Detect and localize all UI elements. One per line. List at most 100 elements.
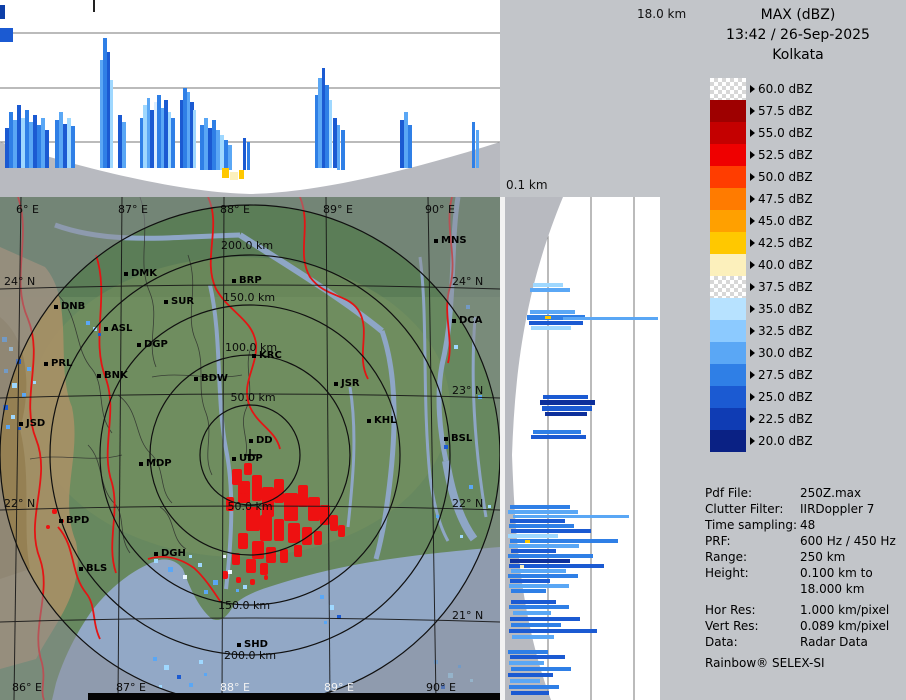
legend-color-swatch (710, 298, 746, 320)
legend-arrow-icon (750, 173, 755, 181)
legend-color-swatch (710, 254, 746, 276)
legend-entry-label: 60.0 dBZ (758, 82, 813, 96)
legend-entry-label: 42.5 dBZ (758, 236, 813, 250)
legend-color-swatch (710, 166, 746, 188)
legend-entry-label: 57.5 dBZ (758, 104, 813, 118)
info-row: 18.000 km (705, 581, 896, 597)
info-row: PRF: 600 Hz / 450 Hz (705, 533, 896, 549)
software-brand: Rainbow® SELEX-SI (705, 656, 825, 670)
info-row-value: 18.000 km (800, 582, 865, 596)
legend-entry: 25.0 dBZ (710, 386, 813, 408)
side-profile-panel[interactable] (505, 197, 660, 700)
legend-arrow-icon (750, 129, 755, 137)
legend-header: MAX (dBZ) 13:42 / 26-Sep-2025 Kolkata (690, 5, 906, 65)
legend-entry-label: 37.5 dBZ (758, 280, 813, 294)
legend-entry-label: 25.0 dBZ (758, 390, 813, 404)
legend-entry: 45.0 dBZ (710, 210, 813, 232)
legend-panel: MAX (dBZ) 13:42 / 26-Sep-2025 Kolkata 60… (660, 0, 906, 700)
legend-entry: 35.0 dBZ (710, 298, 813, 320)
radar-viewer-window: 18.0 km 0.1 km 6° E 87° E 88° E 89° E 90… (0, 0, 906, 700)
info-row: Pdf File: 250Z.max (705, 485, 896, 501)
legend-color-swatch (710, 386, 746, 408)
legend-entry-label: 52.5 dBZ (758, 148, 813, 162)
profile-min-height-label: 0.1 km (506, 178, 548, 192)
info-row-label: Height: (705, 566, 749, 580)
info-row-value: IIRDoppler 7 (800, 502, 875, 516)
info-row: Vert Res: 0.089 km/pixel (705, 618, 896, 634)
top-profile-canvas (0, 0, 500, 197)
info-row-label: Vert Res: (705, 619, 759, 633)
info-row: Height: 0.100 km to (705, 565, 896, 581)
legend-arrow-icon (750, 283, 755, 291)
legend-color-swatch (710, 408, 746, 430)
product-info-block: Pdf File: 250Z.max Clutter Filter: IIRDoppl… (705, 485, 896, 670)
legend-color-scale: 60.0 dBZ 57.5 dBZ 55.0 dBZ 52.5 dBZ 50.0 dBZ… (710, 78, 813, 452)
legend-color-swatch (710, 276, 746, 298)
legend-arrow-icon (750, 151, 755, 159)
info-row-label: Clutter Filter: (705, 502, 784, 516)
legend-arrow-icon (750, 217, 755, 225)
legend-entry: 55.0 dBZ (710, 122, 813, 144)
info-row-label: Hor Res: (705, 603, 756, 617)
info-row-label: Range: (705, 550, 748, 564)
legend-color-swatch (710, 144, 746, 166)
legend-arrow-icon (750, 371, 755, 379)
legend-arrow-icon (750, 437, 755, 445)
legend-entry-label: 47.5 dBZ (758, 192, 813, 206)
legend-arrow-icon (750, 349, 755, 357)
legend-arrow-icon (750, 393, 755, 401)
legend-color-swatch (710, 430, 746, 452)
map-bottom-bar (88, 693, 500, 700)
legend-color-swatch (710, 210, 746, 232)
legend-arrow-icon (750, 107, 755, 115)
legend-entry: 27.5 dBZ (710, 364, 813, 386)
info-row-value: 48 (800, 518, 816, 532)
radar-map-canvas (0, 196, 501, 700)
info-row-label: PRF: (705, 534, 731, 548)
legend-entry: 40.0 dBZ (710, 254, 813, 276)
legend-entry-label: 32.5 dBZ (758, 324, 813, 338)
legend-entry: 37.5 dBZ (710, 276, 813, 298)
legend-entry: 30.0 dBZ (710, 342, 813, 364)
info-row-value: Radar Data (800, 635, 868, 649)
legend-color-swatch (710, 100, 746, 122)
legend-color-swatch (710, 320, 746, 342)
legend-arrow-icon (750, 261, 755, 269)
product-datetime: 13:42 / 26-Sep-2025 (726, 27, 870, 43)
legend-entry: 20.0 dBZ (710, 430, 813, 452)
info-row-label: Pdf File: (705, 486, 753, 500)
legend-entry: 57.5 dBZ (710, 100, 813, 122)
legend-entry-label: 45.0 dBZ (758, 214, 813, 228)
legend-entry-label: 30.0 dBZ (758, 346, 813, 360)
info-row-value: 250Z.max (800, 486, 862, 500)
legend-arrow-icon (750, 305, 755, 313)
info-row-value: 0.089 km/pixel (800, 619, 890, 633)
info-row: Data: Radar Data (705, 634, 896, 650)
top-profile-gridlines (0, 32, 500, 143)
info-row-value: 1.000 km/pixel (800, 603, 890, 617)
info-row: Time sampling: 48 (705, 517, 896, 533)
legend-arrow-icon (750, 85, 755, 93)
radar-station-name: Kolkata (772, 47, 824, 63)
info-row-label: Time sampling: (705, 518, 798, 532)
radar-map-panel[interactable]: 6° E 87° E 88° E 89° E 90° E 86° E 87° E 88° E8… (0, 196, 501, 700)
top-profile-panel[interactable] (0, 0, 500, 197)
info-row-label: Data: (705, 635, 738, 649)
legend-entry-label: 22.5 dBZ (758, 412, 813, 426)
info-row: Clutter Filter: IIRDoppler 7 (705, 501, 896, 517)
legend-entry: 50.0 dBZ (710, 166, 813, 188)
legend-entry: 22.5 dBZ (710, 408, 813, 430)
legend-arrow-icon (750, 327, 755, 335)
info-row-value: 0.100 km to (800, 566, 873, 580)
product-title: MAX (dBZ) (760, 7, 836, 23)
info-row-value: 600 Hz / 450 Hz (800, 534, 896, 548)
legend-entry-label: 27.5 dBZ (758, 368, 813, 382)
legend-color-swatch (710, 342, 746, 364)
legend-entry-label: 50.0 dBZ (758, 170, 813, 184)
info-row-value: 250 km (800, 550, 846, 564)
top-profile-echoes (0, 0, 479, 180)
legend-entry-label: 35.0 dBZ (758, 302, 813, 316)
legend-arrow-icon (750, 195, 755, 203)
legend-arrow-icon (750, 415, 755, 423)
legend-color-swatch (710, 122, 746, 144)
